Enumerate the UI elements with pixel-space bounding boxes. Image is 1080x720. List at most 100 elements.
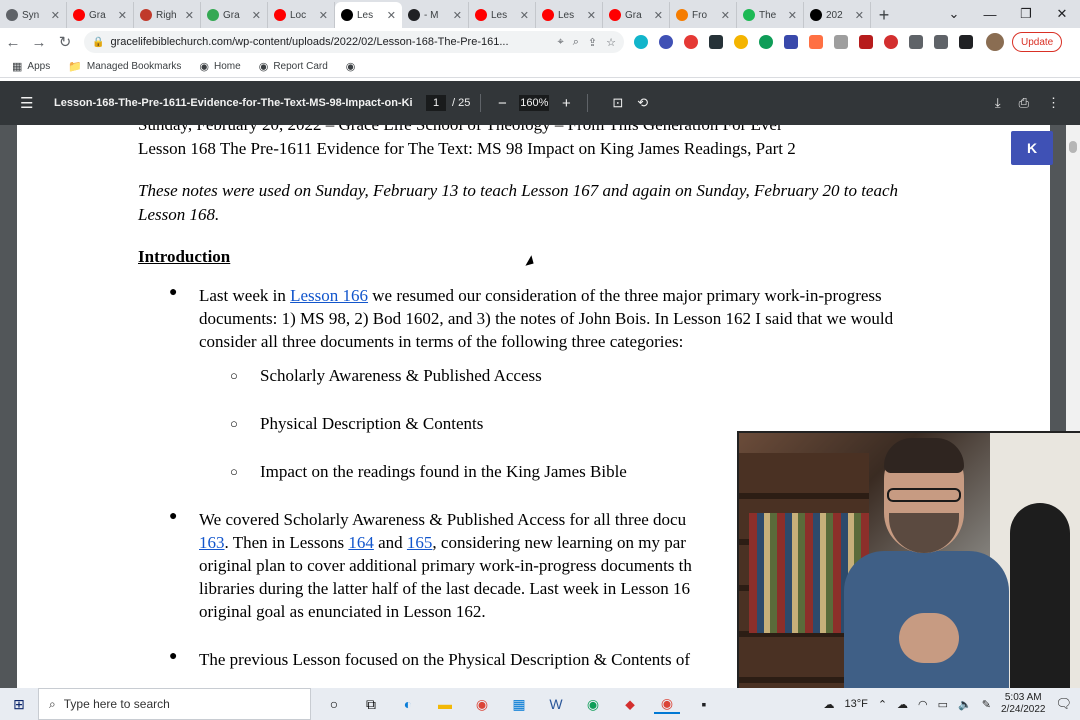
reading-list-icon[interactable] [934,35,948,49]
url-text[interactable]: gracelifebiblechurch.com/wp-content/uplo… [110,36,548,48]
pen-icon[interactable]: ✎ [982,698,991,711]
bookmark-item[interactable]: ◉ [346,60,361,73]
extension-icon[interactable] [759,35,773,49]
tab-close-icon[interactable]: ✕ [654,9,663,22]
browser-tab[interactable]: Les ✕ [335,2,402,28]
tab-close-icon[interactable]: ✕ [387,9,396,22]
taskbar-search[interactable]: ⌕ Type here to search [38,688,311,720]
cortana-icon[interactable]: ○ [321,694,347,714]
page-number-input[interactable]: 1 [426,95,446,111]
acrobat-icon[interactable]: ⬥ [617,694,643,714]
browser-tab[interactable]: Righ ✕ [134,2,201,28]
new-tab-button[interactable]: + [871,2,897,28]
download-icon[interactable]: ⤓ [995,95,1001,111]
chrome-icon[interactable]: ◉ [469,694,495,714]
chrome-active-icon[interactable]: ◉ [654,694,680,714]
zoom-in-button[interactable]: + [555,95,577,112]
puzzle-extensions-icon[interactable] [909,35,923,49]
extension-icon[interactable] [734,35,748,49]
browser-tab[interactable]: Syn ✕ [0,2,67,28]
tab-close-icon[interactable]: ✕ [51,9,60,22]
fit-to-page-icon[interactable]: ⊡ [612,95,623,111]
task-view-icon[interactable]: ⧉ [358,694,384,714]
browser-tab[interactable]: Les ✕ [536,2,603,28]
rotate-icon[interactable]: ⟲ [637,95,648,111]
clock[interactable]: 5:03 AM 2/24/2022 [1001,692,1046,716]
browser-tab[interactable]: Gra ✕ [67,2,134,28]
bookmark-item[interactable]: ◉ Home [199,60,240,73]
zoom-out-button[interactable]: − [491,95,513,112]
zoom-level-input[interactable]: 160% [519,95,550,111]
extension-icon[interactable] [659,35,673,49]
tab-close-icon[interactable]: ✕ [721,9,730,22]
zoom-icon[interactable]: ⌕ [573,36,579,49]
tab-close-icon[interactable]: ✕ [319,9,328,22]
weather-temp[interactable]: 13°F [844,698,867,710]
lesson-link[interactable]: Lesson 166 [290,286,368,305]
back-button[interactable]: ← [0,34,26,51]
bookmark-item[interactable]: ◉ Report Card [259,60,328,73]
share-icon[interactable]: ⇪ [588,36,597,49]
lesson-link[interactable]: 165 [407,533,433,552]
menu-icon[interactable]: ☰ [20,94,42,112]
browser-tab[interactable]: Fro ✕ [670,2,737,28]
print-icon[interactable]: ⎙ [1019,95,1029,111]
tab-close-icon[interactable]: ✕ [453,9,462,22]
extension-icon[interactable] [884,35,898,49]
bookmark-item[interactable]: 📁 Managed Bookmarks [68,60,181,73]
extension-icon[interactable] [709,35,723,49]
forward-button[interactable]: → [26,34,52,51]
maximize-button[interactable]: ❐ [1008,0,1044,28]
browser-tab[interactable]: 202 ✕ [804,2,871,28]
tab-close-icon[interactable]: ✕ [587,9,596,22]
extension-icon[interactable] [784,35,798,49]
tab-close-icon[interactable]: ✕ [520,9,529,22]
network-icon[interactable]: ◠ [918,698,928,711]
edge-icon[interactable]: ◐ [395,694,421,714]
tab-close-icon[interactable]: ✕ [252,9,261,22]
update-button[interactable]: Update [1012,32,1063,52]
word-icon[interactable]: W [543,694,569,714]
tab-close-icon[interactable]: ✕ [118,9,127,22]
lesson-link[interactable]: 163 [199,533,225,552]
minimize-button[interactable]: — [972,0,1008,28]
notifications-icon[interactable]: 🗨 [1055,696,1072,712]
tab-close-icon[interactable]: ✕ [788,9,797,22]
volume-icon[interactable]: 🔈 [958,698,972,711]
tab-close-icon[interactable]: ✕ [185,9,194,22]
kami-extension-button[interactable]: K [1011,131,1053,165]
bookmark-item[interactable]: ▦ Apps [12,60,50,73]
chrome-profile-icon[interactable]: ◉ [580,694,606,714]
browser-tab[interactable]: The ✕ [737,2,804,28]
windows-start-icon[interactable]: ⊞ [0,696,38,713]
show-hidden-icons-icon[interactable]: ⌃ [878,698,887,711]
tab-search-chevron-icon[interactable]: ⌄ [936,0,972,28]
browser-tab[interactable]: Gra ✕ [201,2,268,28]
scrollbar-thumb[interactable] [1069,141,1077,153]
lesson-link[interactable]: 164 [348,533,374,552]
weather-icon[interactable]: ☁ [823,698,834,711]
side-panel-icon[interactable] [959,35,973,49]
close-window-button[interactable]: ✕ [1044,0,1080,28]
extension-icon[interactable] [859,35,873,49]
browser-tab[interactable]: Les ✕ [469,2,536,28]
reload-button[interactable]: ↻ [52,33,78,51]
store-icon[interactable]: ▦ [506,694,532,714]
battery-icon[interactable]: ▭ [938,698,948,711]
onedrive-icon[interactable]: ☁ [897,698,908,711]
tab-close-icon[interactable]: ✕ [855,9,864,22]
extension-icon[interactable] [809,35,823,49]
extension-icon[interactable] [834,35,848,49]
browser-tab[interactable]: Gra ✕ [603,2,670,28]
address-bar[interactable]: 🔒 gracelifebiblechurch.com/wp-content/up… [84,31,624,53]
bookmark-star-icon[interactable]: ☆ [606,36,616,49]
extension-icon[interactable] [684,35,698,49]
browser-tab[interactable]: Loc ✕ [268,2,335,28]
location-icon[interactable]: ⌖ [558,36,564,49]
browser-tab[interactable]: - M ✕ [402,2,469,28]
file-explorer-icon[interactable]: ▬ [432,694,458,714]
extension-icon[interactable] [634,35,648,49]
app-icon[interactable]: ▪ [691,694,717,714]
more-options-icon[interactable]: ⋮ [1047,95,1060,111]
profile-avatar[interactable] [986,33,1004,51]
